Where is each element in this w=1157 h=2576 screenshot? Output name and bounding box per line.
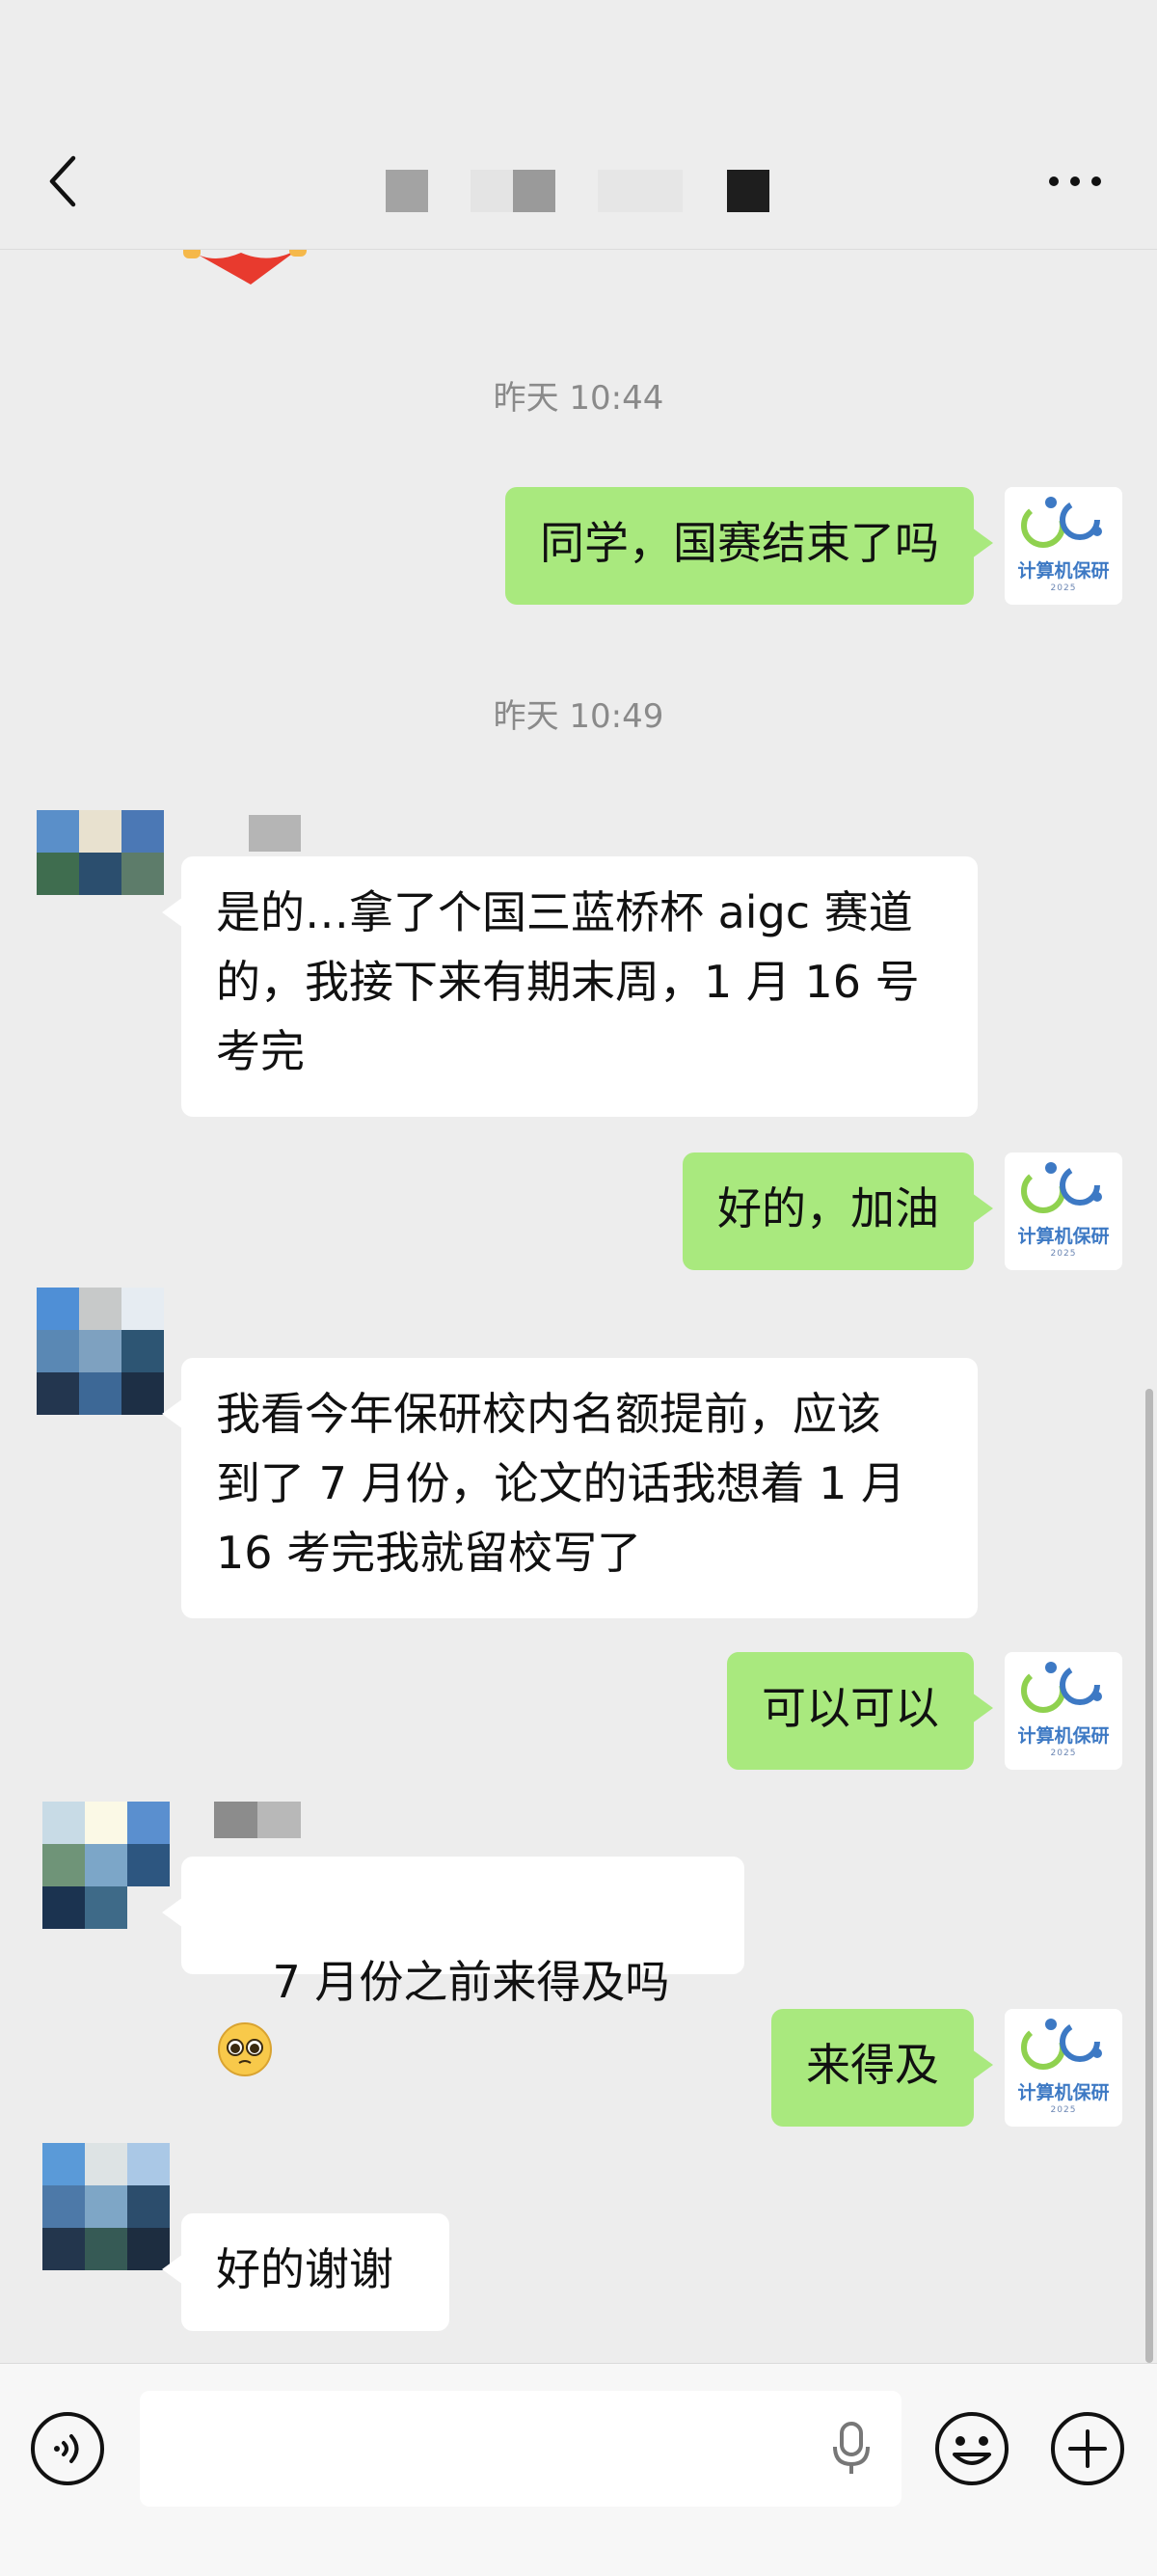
self-avatar-sub: 2025 — [1050, 2105, 1077, 2115]
incoming-message-bubble[interactable]: 好的谢谢 — [162, 2213, 449, 2331]
incoming-message-bubble[interactable]: 7 月份之前来得及吗 — [162, 1857, 744, 2076]
more-options-button[interactable] — [1041, 154, 1109, 208]
logo-icon — [1021, 497, 1102, 548]
back-button[interactable] — [39, 152, 87, 210]
self-avatar-label: 计算机保研 — [1017, 560, 1110, 582]
microphone-icon[interactable] — [827, 2420, 875, 2478]
self-avatar-sub: 2025 — [1050, 1249, 1077, 1259]
scrollbar[interactable] — [1145, 1389, 1153, 2363]
self-avatar-sub: 2025 — [1050, 583, 1077, 593]
self-avatar[interactable]: 计算机保研 2025 — [1005, 487, 1122, 605]
self-avatar-label: 计算机保研 — [1017, 1725, 1110, 1747]
outgoing-message-bubble[interactable]: 可以可以 — [727, 1652, 993, 1770]
contact-avatar[interactable] — [37, 1288, 164, 1415]
message-input[interactable] — [140, 2391, 901, 2507]
logo-icon — [1021, 1662, 1102, 1713]
emoji-icon[interactable] — [933, 2410, 1010, 2487]
pleading-face-emoji — [218, 2022, 272, 2076]
more-horizontal-icon — [1049, 176, 1101, 186]
outgoing-message-bubble[interactable]: 同学，国赛结束了吗 — [505, 487, 993, 605]
chat-message-list[interactable]: 昨天 10:44 同学，国赛结束了吗 计算机保研 2025 昨天 10:49 是… — [0, 0, 1157, 2363]
logo-icon — [1021, 1162, 1102, 1213]
self-avatar-label: 计算机保研 — [1017, 2082, 1110, 2103]
sender-name — [214, 815, 301, 852]
sender-name — [214, 1802, 301, 1838]
incoming-message-text: 7 月份之前来得及吗 — [272, 1956, 670, 2008]
outgoing-message-bubble[interactable]: 好的，加油 — [683, 1152, 993, 1270]
contact-avatar[interactable] — [42, 2143, 170, 2270]
outgoing-message-bubble[interactable]: 来得及 — [771, 2009, 993, 2127]
contact-avatar[interactable] — [37, 810, 164, 895]
chevron-left-icon — [49, 155, 76, 207]
self-avatar[interactable]: 计算机保研 2025 — [1005, 1652, 1122, 1770]
voice-mode-icon[interactable] — [29, 2410, 106, 2487]
input-bar — [0, 2363, 1157, 2576]
incoming-message-bubble[interactable]: 是的…拿了个国三蓝桥杯 aigc 赛道 的，我接下来有期末周，1 月 16 号 … — [162, 856, 978, 1117]
self-avatar[interactable]: 计算机保研 2025 — [1005, 2009, 1122, 2127]
chat-title-mosaic — [471, 170, 513, 212]
chat-header — [0, 0, 1157, 250]
logo-icon — [1021, 2019, 1102, 2070]
chat-title-mosaic — [598, 170, 683, 212]
contact-avatar[interactable] — [42, 1802, 170, 1929]
plus-icon[interactable] — [1049, 2410, 1126, 2487]
chat-title-mosaic — [513, 170, 555, 212]
self-avatar-label: 计算机保研 — [1017, 1226, 1110, 1247]
timestamp: 昨天 10:44 — [493, 379, 664, 418]
timestamp: 昨天 10:49 — [493, 697, 664, 736]
self-avatar[interactable]: 计算机保研 2025 — [1005, 1152, 1122, 1270]
incoming-message-bubble[interactable]: 我看今年保研校内名额提前，应该 到了 7 月份，论文的话我想着 1 月 16 考… — [162, 1358, 978, 1618]
chat-title-mosaic — [386, 170, 428, 212]
chat-title-mosaic — [727, 170, 769, 212]
self-avatar-sub: 2025 — [1050, 1749, 1077, 1758]
